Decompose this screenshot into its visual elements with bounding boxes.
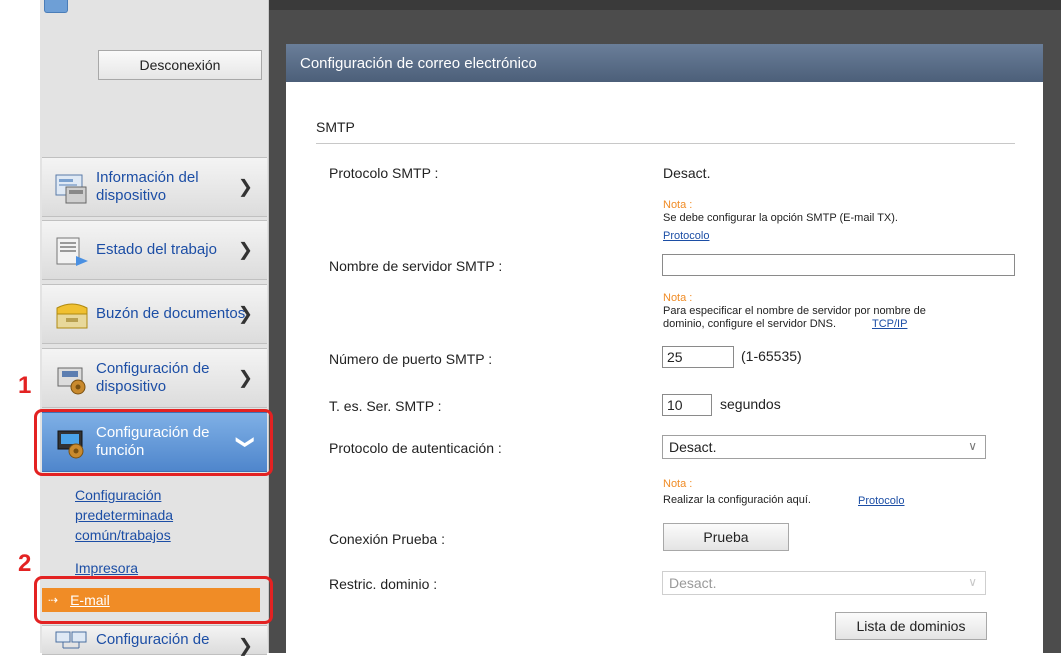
smtp-port-range: (1-65535) <box>741 348 802 364</box>
smtp-server-label: Nombre de servidor SMTP : <box>329 258 503 274</box>
sidebar-item-label: Configuración de <box>96 631 210 648</box>
chevron-right-icon: ❯ <box>237 239 253 260</box>
sidebar-item-document-box[interactable]: Buzón de documentos ❯ <box>42 284 267 344</box>
callout-highlight-2 <box>34 576 273 624</box>
step-number-1: 1 <box>18 372 32 399</box>
job-status-icon <box>56 237 88 266</box>
smtp-timeout-unit: segundos <box>720 396 781 412</box>
domain-list-button[interactable]: Lista de dominios <box>835 612 987 640</box>
home-tab-icon[interactable] <box>44 0 68 13</box>
sidebar-item-device-settings[interactable]: Configuración de dispositivo ❯ <box>42 348 267 408</box>
sidebar-subitem-printer[interactable]: Impresora <box>75 558 138 578</box>
smtp-protocol-label: Protocolo SMTP : <box>329 165 439 181</box>
smtp-protocol-value: Desact. <box>663 165 711 181</box>
chevron-right-icon: ❯ <box>237 367 253 388</box>
note-text: dominio, configure el servidor DNS. <box>663 318 837 330</box>
chevron-right-icon: ❯ <box>237 303 253 324</box>
note-heading: Nota : <box>663 478 693 490</box>
sidebar-item-network-settings[interactable]: Configuración de ❯ <box>42 625 267 656</box>
tcpip-link[interactable]: TCP/IP <box>872 318 907 330</box>
sidebar-item-label: Información del dispositivo <box>96 169 199 204</box>
sidebar-item-label: Buzón de documentos <box>96 305 246 322</box>
device-settings-icon <box>57 367 86 395</box>
section-divider <box>316 143 1015 144</box>
note-text: Realizar la configuración aquí. <box>663 494 811 506</box>
sidebar-item-device-info[interactable]: Información del dispositivo ❯ <box>42 157 267 217</box>
callout-highlight-1 <box>34 409 273 476</box>
domain-restriction-label: Restric. dominio : <box>329 576 438 592</box>
domain-restriction-value: Desact. <box>669 575 717 591</box>
note-text: Para especificar el nombre de servidor p… <box>663 305 926 317</box>
panel-title: Configuración de correo electrónico <box>286 44 1043 82</box>
chevron-down-icon: ∨ <box>968 575 977 589</box>
protocol-link[interactable]: Protocolo <box>858 495 904 507</box>
smtp-timeout-label: T. es. Ser. SMTP : <box>329 398 442 414</box>
protocol-link[interactable]: Protocolo <box>663 230 709 242</box>
auth-protocol-label: Protocolo de autenticación : <box>329 440 502 456</box>
chevron-right-icon: ❯ <box>237 176 253 197</box>
note-heading: Nota : <box>663 199 693 211</box>
sidebar-item-job-status[interactable]: Estado del trabajo ❯ <box>42 220 267 280</box>
top-band <box>268 0 1061 10</box>
sidebar-subitem-common[interactable]: Configuración predeterminada común/traba… <box>75 485 245 545</box>
smtp-server-input[interactable] <box>662 254 1015 276</box>
device-info-icon <box>55 174 87 204</box>
connection-test-label: Conexión Prueba : <box>329 531 445 547</box>
sidebar-item-label: Estado del trabajo <box>96 241 217 258</box>
section-title: SMTP <box>316 119 355 135</box>
smtp-port-label: Número de puerto SMTP : <box>329 351 493 367</box>
logout-button[interactable]: Desconexión <box>98 50 262 80</box>
test-button[interactable]: Prueba <box>663 523 789 551</box>
chevron-down-icon: ∨ <box>968 439 977 453</box>
step-number-2: 2 <box>18 550 32 577</box>
note-text: Se debe configurar la opción SMTP (E-mai… <box>663 212 898 224</box>
chevron-right-icon: ❯ <box>237 635 253 656</box>
auth-protocol-value: Desact. <box>669 439 717 455</box>
smtp-port-input[interactable] <box>662 346 734 368</box>
network-settings-icon <box>55 631 87 649</box>
sidebar-item-label: Configuración de dispositivo <box>96 360 210 395</box>
document-box-icon <box>56 303 88 329</box>
smtp-timeout-input[interactable] <box>662 394 712 416</box>
domain-restriction-select: Desact. ∨ <box>662 571 986 595</box>
auth-protocol-select[interactable]: Desact. ∨ <box>662 435 986 459</box>
note-heading: Nota : <box>663 292 693 304</box>
